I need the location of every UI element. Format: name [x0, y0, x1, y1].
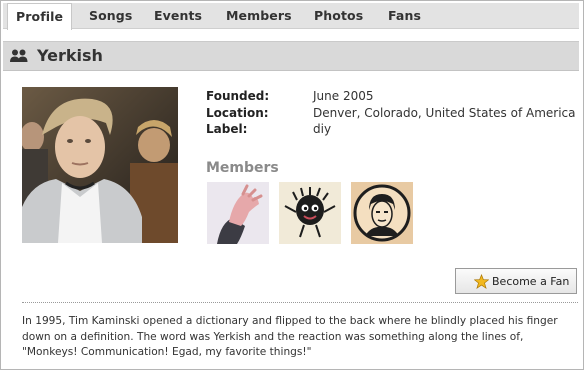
band-header: Yerkish — [3, 41, 579, 71]
label-label: Label: — [206, 122, 248, 136]
tab-profile[interactable]: Profile — [7, 3, 73, 30]
band-photo[interactable] — [22, 87, 178, 243]
nav-tab-bar: Profile Songs Events Members Photos Fans — [3, 3, 579, 30]
divider — [22, 302, 578, 303]
tab-members[interactable]: Members — [226, 3, 292, 29]
group-icon — [10, 49, 28, 62]
members-heading: Members — [206, 160, 279, 176]
founded-label: Founded: — [206, 89, 270, 103]
become-fan-label: Become a Fan — [492, 274, 570, 288]
founded-value: June 2005 — [313, 89, 374, 103]
star-icon — [474, 273, 489, 289]
member-avatar-portrait[interactable] — [351, 182, 413, 244]
tab-songs[interactable]: Songs — [89, 3, 132, 29]
become-fan-button[interactable]: Become a Fan — [455, 268, 577, 294]
location-label: Location: — [206, 105, 269, 120]
location-value: Denver, Colorado, United States of Ameri… — [313, 105, 576, 120]
member-avatar-hand[interactable] — [207, 182, 269, 244]
band-name: Yerkish — [37, 46, 103, 65]
tab-photos[interactable]: Photos — [314, 3, 363, 29]
label-value: diy — [313, 122, 332, 136]
tab-events[interactable]: Events — [154, 3, 202, 29]
tab-fans[interactable]: Fans — [388, 3, 421, 29]
member-avatar-creature[interactable] — [279, 182, 341, 244]
band-bio: In 1995, Tim Kaminski opened a dictionar… — [22, 315, 558, 358]
